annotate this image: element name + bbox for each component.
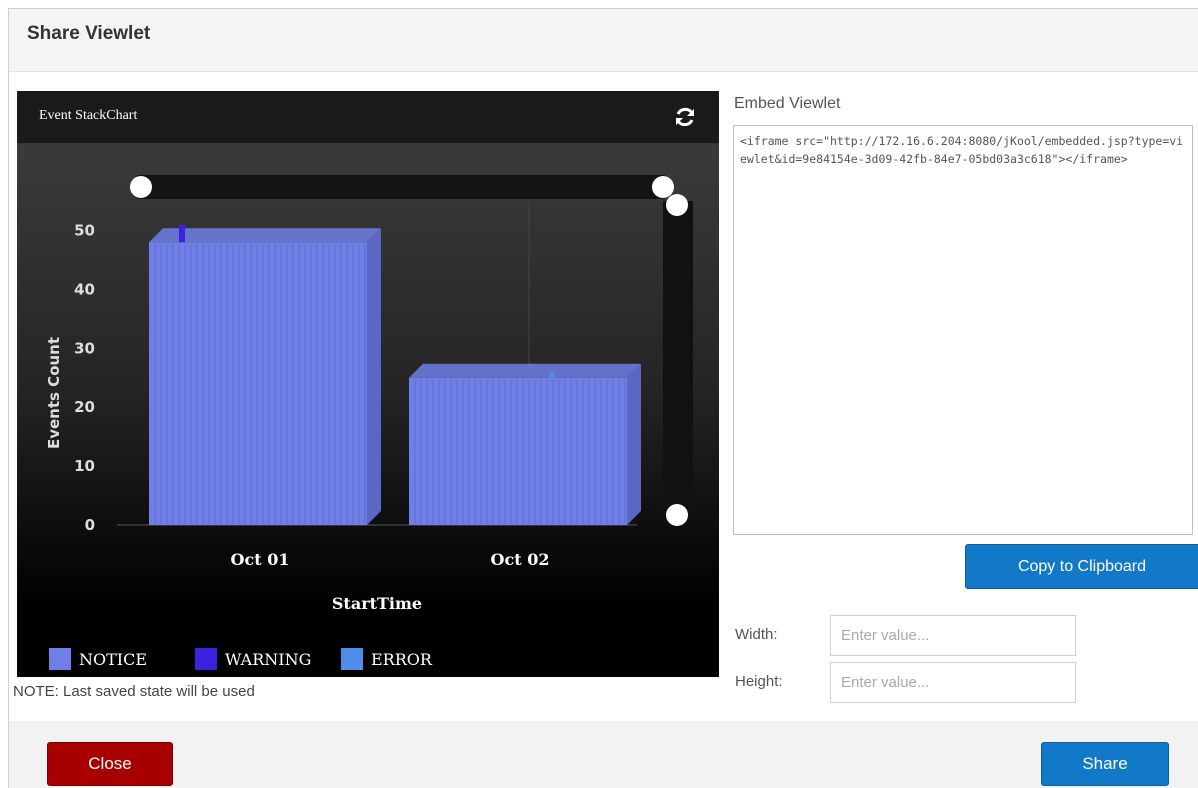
bar-side-face bbox=[367, 228, 381, 525]
vertical-navigator-top-handle bbox=[666, 194, 688, 216]
embed-code-textarea[interactable]: <iframe src="http://172.16.6.204:8080/jK… bbox=[733, 125, 1193, 535]
bar-top-face bbox=[409, 363, 641, 378]
close-button[interactable]: Close bbox=[47, 742, 173, 786]
x-tick-label: Oct 01 bbox=[231, 550, 290, 569]
copy-to-clipboard-button[interactable]: Copy to Clipboard bbox=[965, 544, 1198, 589]
vertical-navigator-track bbox=[663, 201, 693, 521]
embed-viewlet-label: Embed Viewlet bbox=[734, 95, 841, 112]
x-tick-label: Oct 02 bbox=[491, 550, 550, 569]
y-tick-label: 40 bbox=[74, 280, 95, 298]
stack-chart: 0 10 20 30 40 50 Events Count Oct 01 Oct 02 Start… bbox=[45, 175, 693, 670]
event-stackchart-panel: Event StackChart 0 10 20 30 40 50 Events Count… bbox=[17, 91, 719, 677]
share-viewlet-dialog: Share Viewlet Event StackChart 0 10 20 30 40… bbox=[8, 8, 1198, 788]
bar-notice bbox=[149, 242, 367, 525]
dialog-title: Share Viewlet bbox=[27, 23, 151, 44]
refresh-icon[interactable] bbox=[673, 105, 697, 129]
width-input[interactable] bbox=[830, 615, 1076, 656]
y-tick-label: 50 bbox=[74, 221, 95, 239]
bar-notice bbox=[409, 377, 627, 525]
legend-label-notice: NOTICE bbox=[79, 650, 147, 669]
vertical-navigator-bottom-handle bbox=[666, 504, 688, 526]
legend-label-error: ERROR bbox=[371, 650, 433, 669]
range-slider-track bbox=[137, 175, 665, 199]
y-tick-label: 30 bbox=[74, 339, 95, 357]
y-tick-label: 10 bbox=[74, 457, 95, 475]
share-button[interactable]: Share bbox=[1041, 742, 1169, 786]
y-axis-label: Events Count bbox=[45, 337, 63, 449]
legend-swatch-notice bbox=[49, 648, 71, 670]
height-label: Height: bbox=[735, 673, 783, 690]
dialog-header: Share Viewlet bbox=[9, 9, 1198, 72]
width-label: Width: bbox=[735, 626, 778, 643]
bar-side-face bbox=[627, 363, 641, 525]
y-tick-label: 0 bbox=[85, 516, 95, 534]
legend-label-warning: WARNING bbox=[225, 650, 311, 669]
bar-warning bbox=[179, 224, 185, 243]
legend-swatch-error bbox=[341, 648, 363, 670]
range-slider-left-handle bbox=[130, 176, 152, 198]
range-slider-right-handle bbox=[652, 176, 674, 198]
chart-title: Event StackChart bbox=[39, 108, 138, 123]
dialog-footer: Close Share bbox=[9, 721, 1198, 788]
bar-error bbox=[549, 371, 555, 378]
chart-topbar: Event StackChart bbox=[17, 91, 719, 143]
saved-state-note: NOTE: Last saved state will be used bbox=[13, 683, 255, 700]
legend-swatch-warning bbox=[195, 648, 217, 670]
height-input[interactable] bbox=[830, 662, 1076, 703]
y-tick-label: 20 bbox=[74, 398, 95, 416]
x-axis-label: StartTime bbox=[332, 594, 422, 613]
